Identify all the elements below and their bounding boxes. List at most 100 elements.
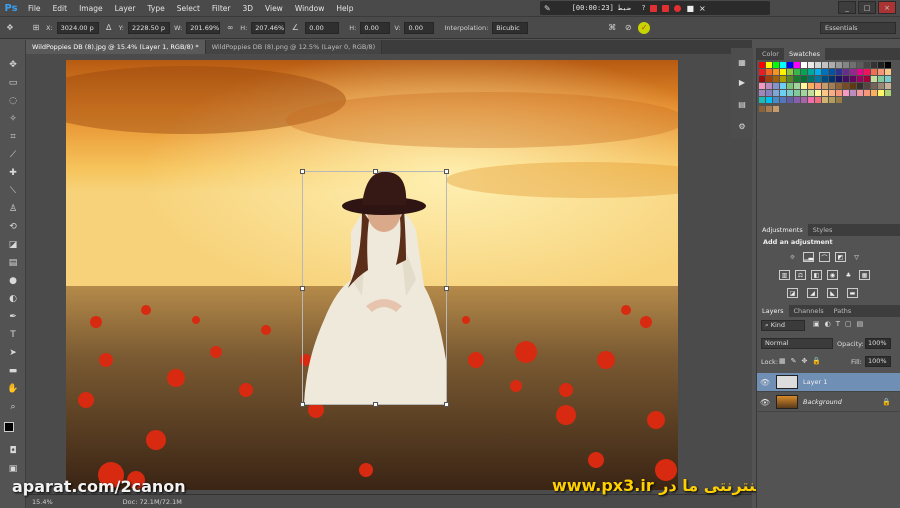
vibrance-icon[interactable]: ▽ [851,252,862,262]
layer-name[interactable]: Background [803,398,842,406]
workspace-switcher[interactable]: Essentials [820,22,896,34]
y-field[interactable]: 2228.50 p [127,21,170,34]
swatch[interactable] [857,62,863,68]
swatch[interactable] [871,76,877,82]
gradient-tool-icon[interactable]: ▤ [5,256,21,270]
filter-pixel-icon[interactable]: ▣ [813,320,825,328]
swatch[interactable] [787,69,793,75]
swatch[interactable] [759,76,765,82]
swatch[interactable] [780,97,786,103]
swatch[interactable] [836,90,842,96]
tab-adjustments[interactable]: Adjustments [757,224,808,236]
tab-channels[interactable]: Channels [789,305,829,317]
swatch[interactable] [857,69,863,75]
menu-select[interactable]: Select [171,0,206,17]
recorder-pen-icon[interactable]: ✎ [544,4,551,13]
swatch[interactable] [822,83,828,89]
commit-transform-icon[interactable]: ✓ [638,21,651,34]
actions-panel-icon[interactable]: ▶ [736,76,748,88]
recorder-pause-icon[interactable] [662,4,670,12]
menu-edit[interactable]: Edit [47,0,74,17]
swatch[interactable] [773,97,779,103]
swatch[interactable] [773,62,779,68]
screen-mode-icon[interactable]: ▣ [5,462,21,476]
color-lookup-icon[interactable]: ▦ [859,270,870,280]
swatch[interactable] [829,97,835,103]
swatch[interactable] [836,83,842,89]
swatch[interactable] [822,69,828,75]
transform-handle-bottom-left[interactable] [300,402,305,407]
tab-paths[interactable]: Paths [829,305,857,317]
swatch[interactable] [836,97,842,103]
properties-panel-icon[interactable]: ⚙ [736,120,748,132]
tab-swatches[interactable]: Swatches [783,48,826,60]
swatch[interactable] [780,76,786,82]
swatch[interactable] [871,90,877,96]
canvas-area[interactable] [26,54,752,494]
dodge-tool-icon[interactable]: ◐ [5,292,21,306]
swatch[interactable] [766,83,772,89]
filter-shape-icon[interactable]: ▢ [845,320,857,328]
swatch[interactable] [759,97,765,103]
swatch[interactable] [871,83,877,89]
layer-name[interactable]: Layer 1 [803,378,827,386]
swatch[interactable] [766,69,772,75]
swatch[interactable] [766,90,772,96]
menu-help[interactable]: Help [330,0,359,17]
history-brush-icon[interactable]: ⟲ [5,220,21,234]
swatch[interactable] [808,83,814,89]
swatch[interactable] [836,62,842,68]
hand-tool-icon[interactable]: ✋ [5,382,21,396]
swatch[interactable] [787,97,793,103]
menu-type[interactable]: Type [142,0,171,17]
swatch[interactable] [766,76,772,82]
swatch[interactable] [815,69,821,75]
cancel-transform-icon[interactable]: ⊘ [622,22,634,34]
tab-styles[interactable]: Styles [808,224,838,236]
swatch[interactable] [773,69,779,75]
curves-icon[interactable]: ⌒ [819,252,830,262]
swatch[interactable] [864,76,870,82]
swatch[interactable] [766,62,772,68]
layer-row-background[interactable]: 👁 Background 🔒 [757,393,900,412]
invert-icon[interactable]: ◪ [787,288,798,298]
swatch[interactable] [885,62,891,68]
quick-select-tool-icon[interactable]: ✧ [5,112,21,126]
opacity-field[interactable]: 100% [865,338,891,349]
swatch[interactable] [794,69,800,75]
link-icon[interactable]: ∞ [224,22,236,34]
swatch[interactable] [885,90,891,96]
delta-icon[interactable]: ∆ [103,22,115,34]
photo-filter-icon[interactable]: ◉ [827,270,838,280]
swatch[interactable] [850,76,856,82]
hskew-field[interactable]: 0.00 [360,21,391,34]
swatch[interactable] [829,83,835,89]
tab-color[interactable]: Color [757,48,784,60]
eyedropper-tool-icon[interactable]: ⟋ [5,148,21,162]
swatch[interactable] [801,69,807,75]
clone-stamp-icon[interactable]: ♙ [5,202,21,216]
swatch[interactable] [829,90,835,96]
shape-tool-icon[interactable]: ▬ [5,364,21,378]
swatch[interactable] [759,83,765,89]
eye-icon[interactable]: 👁 [757,398,773,407]
menu-view[interactable]: View [259,0,289,17]
healing-brush-icon[interactable]: ✚ [5,166,21,180]
menu-image[interactable]: Image [73,0,109,17]
swatch[interactable] [864,90,870,96]
swatch[interactable] [829,69,835,75]
swatch[interactable] [815,83,821,89]
swatch[interactable] [815,90,821,96]
swatch[interactable] [773,90,779,96]
swatch[interactable] [822,62,828,68]
move-tool-icon[interactable]: ✥ [5,58,21,72]
swatch[interactable] [822,90,828,96]
layer-row-layer-1[interactable]: 👁 Layer 1 [757,373,900,392]
swatch[interactable] [815,97,821,103]
black-white-icon[interactable]: ◧ [811,270,822,280]
free-transform-bounding-box[interactable] [300,169,449,407]
swatch[interactable] [843,69,849,75]
path-select-icon[interactable]: ➤ [5,346,21,360]
swatch[interactable] [843,62,849,68]
transform-handle-bottom[interactable] [373,402,378,407]
